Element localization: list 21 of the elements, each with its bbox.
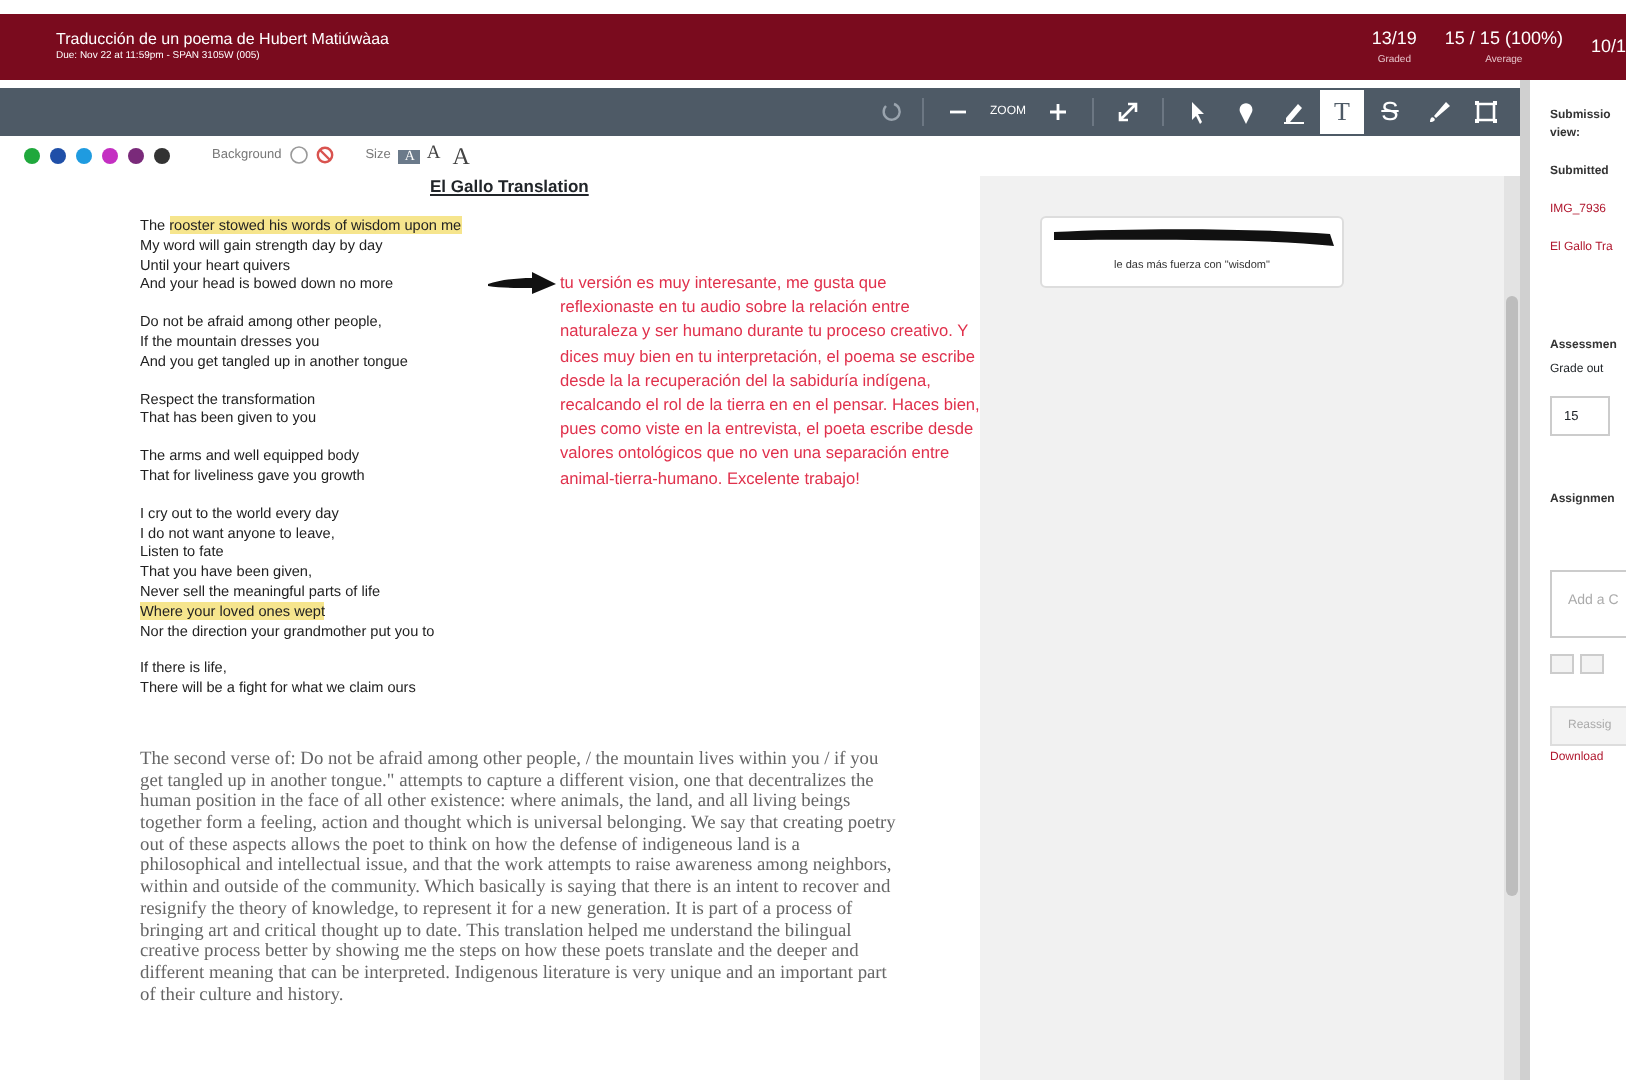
no-background-icon[interactable] <box>315 146 334 166</box>
stat-value: 13/19 <box>1371 26 1417 52</box>
color-swatch[interactable] <box>154 148 170 164</box>
color-swatch[interactable] <box>24 148 40 164</box>
stat-value: 10/1 <box>1590 33 1626 60</box>
annotation-comment: tu versión es muy interesante, me gusta que reflexionaste en tu audio sobre la relación entre naturaleza y ser humano durante tu proceso creativo. Y dices muy bien en tu interpretación, el poema se escribe desde la la recuperación del la sabiduría indígena, recalcando el rol de la tierra en en el pensar. Haces bien, pues como viste en la entrevista, el poeta escribe desde valores ontológicos que no ven una separación entre animal-tierra-humano. Excelente trabajo! <box>560 270 980 490</box>
redaction-mark <box>488 272 556 296</box>
assignment-title: Traducción de un poema de Hubert Matiúwàaa <box>56 29 391 50</box>
color-swatch[interactable] <box>128 148 144 164</box>
document-title: El Gallo Translation <box>430 176 591 198</box>
scrollbar[interactable] <box>1504 176 1520 1080</box>
size-option[interactable]: A <box>446 144 476 168</box>
essay-paragraph: The second verse of: Do not be afraid among other people, / the mountain lives within you / if you get tangled up in another tongue." attempts to capture a different vision, one that decentralizes the human position in the face of all other existence: where animals, the land, and all living beings together form a feeling, action and thought which is universal belonging. We say that creating poetry out of these aspects allows the poet to think on how the defense of indigeneous land is a philosophical and intellectual issue, and that the work attempts to raise awareness among neighbors, within and outside of the community. Which basically is saying that there is an intent to recover and resignify the theory of knowledge, to represent it for a new generation. It is part of a process of bringing art and critical thought up to date. This translation helped me understand the bilingual creative process better by showing me the steps on how these poets translate and the deeper and different meaning that can be interpreted. Indigenous literature is very unique and an important part of their culture and history. <box>140 749 896 1007</box>
size-option[interactable]: A <box>420 146 447 166</box>
color-swatch[interactable] <box>76 148 92 164</box>
stat-value: 15 / 15 (100%) <box>1444 26 1563 52</box>
transparent-option[interactable] <box>289 146 308 166</box>
strikethrough-tool[interactable]: S <box>1368 90 1412 134</box>
color-swatch[interactable] <box>50 148 66 164</box>
color-swatch[interactable] <box>102 148 118 164</box>
text-tool[interactable]: T <box>1320 90 1364 134</box>
